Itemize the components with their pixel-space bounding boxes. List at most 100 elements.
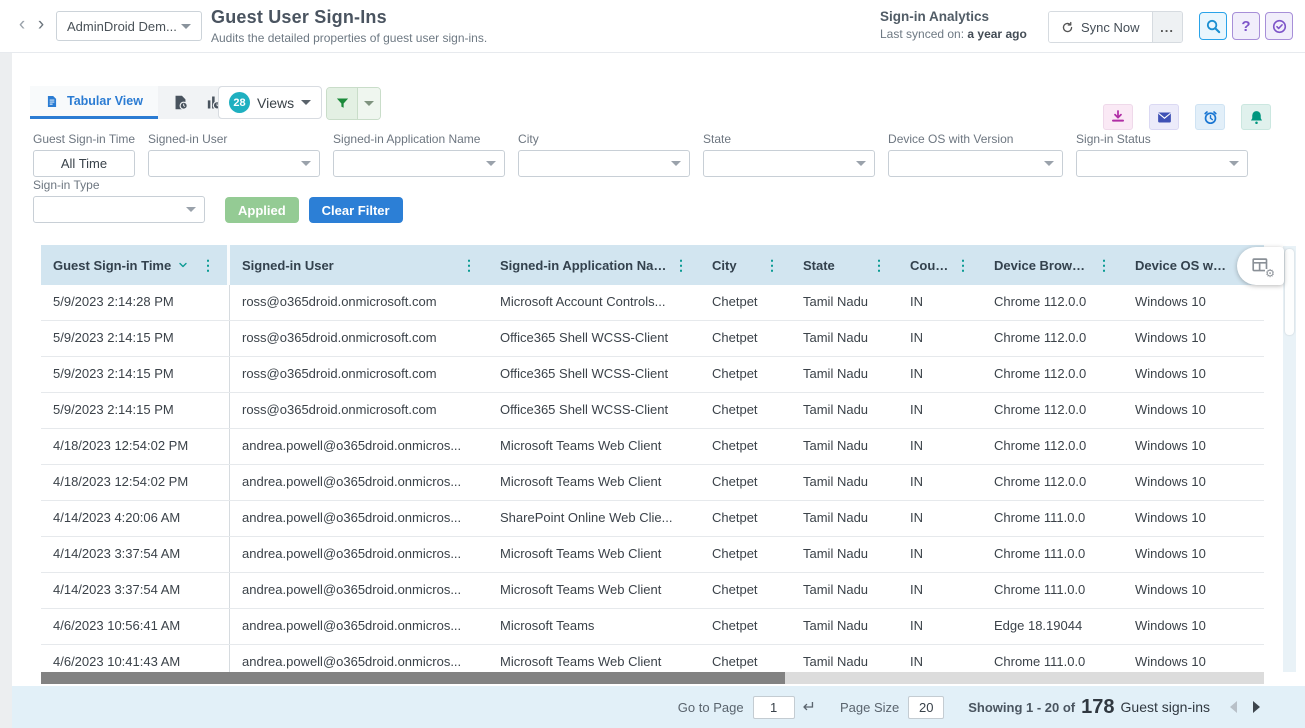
table-cell-country: IN <box>898 393 982 428</box>
action-icons-bar <box>1103 104 1271 130</box>
signed-in-application-name-select[interactable] <box>333 150 505 177</box>
sync-more-options-button[interactable]: ... <box>1152 12 1182 42</box>
table-cell-city: Chetpet <box>700 357 791 392</box>
table-cell-device-os-with-version: Windows 10 <box>1123 609 1261 644</box>
mail-icon <box>1156 109 1173 126</box>
table-body: 5/9/2023 2:14:28 PMross@o365droid.onmicr… <box>41 285 1264 681</box>
tab-tabular-view[interactable]: Tabular View <box>30 86 158 119</box>
vertical-scrollbar-track[interactable] <box>1283 246 1296 672</box>
table-cell-device-os-with-version: Windows 10 <box>1123 429 1261 464</box>
table-cell-guest-sign-in-time: 4/6/2023 10:56:41 AM <box>41 609 230 644</box>
document-icon <box>45 94 59 109</box>
table-cell-signed-in-user: andrea.powell@o365droid.onmicros... <box>230 429 488 464</box>
table-cell-city: Chetpet <box>700 429 791 464</box>
table-row: 4/14/2023 4:20:06 AMandrea.powell@o365dr… <box>41 501 1264 537</box>
app-window: ‹ › AdminDroid Dem... Guest User Sign-In… <box>0 0 1305 728</box>
sign-in-status-select[interactable] <box>1076 150 1248 177</box>
last-synced-value: a year ago <box>967 27 1026 41</box>
table-cell-device-browser: Chrome 111.0.0 <box>982 501 1123 536</box>
city-select[interactable] <box>518 150 690 177</box>
chevron-down-icon <box>301 100 311 105</box>
device-os-with-version-select[interactable] <box>888 150 1063 177</box>
column-chooser-button[interactable]: ⚙ <box>1237 247 1284 285</box>
table-cell-signed-in-user: andrea.powell@o365droid.onmicros... <box>230 465 488 500</box>
table-cell-signed-in-user: andrea.powell@o365droid.onmicros... <box>230 573 488 608</box>
sort-descending-icon[interactable] <box>177 259 189 271</box>
sign-in-type-select[interactable] <box>33 196 205 223</box>
column-menu-icon[interactable]: ⋮ <box>1091 257 1111 274</box>
report-schedule-icon[interactable] <box>172 94 189 111</box>
column-header-signed-in-user[interactable]: Signed-in User⋮ <box>230 245 488 285</box>
nav-back-button[interactable]: ‹ <box>12 13 32 37</box>
column-header-label: Device OS with Version <box>1135 258 1229 273</box>
total-count: 178 <box>1081 696 1114 719</box>
page-size-input[interactable] <box>908 696 944 719</box>
table-cell-device-os-with-version: Windows 10 <box>1123 393 1261 428</box>
email-report-button[interactable] <box>1149 104 1179 130</box>
chevron-down-icon <box>671 161 681 166</box>
table-cell-device-os-with-version: Windows 10 <box>1123 501 1261 536</box>
table-cell-signed-in-application-name: SharePoint Online Web Clie... <box>488 501 700 536</box>
left-edge-strip <box>0 52 12 728</box>
horizontal-scrollbar-track[interactable] <box>41 672 1264 684</box>
column-header-country[interactable]: Country⋮ <box>898 245 982 285</box>
clear-filter-button[interactable]: Clear Filter <box>309 197 403 223</box>
table-cell-guest-sign-in-time: 4/14/2023 3:37:54 AM <box>41 573 230 608</box>
filter-apply-button[interactable] <box>327 88 357 119</box>
sync-now-button[interactable]: Sync Now <box>1049 12 1152 42</box>
table-cell-country: IN <box>898 429 982 464</box>
column-header-city[interactable]: City⋮ <box>700 245 791 285</box>
activity-status-button[interactable] <box>1265 12 1293 40</box>
table-row: 4/14/2023 3:37:54 AMandrea.powell@o365dr… <box>41 573 1264 609</box>
data-grid: Guest Sign-in Time⋮Signed-in User⋮Signed… <box>41 245 1264 681</box>
guest-sign-in-time-field[interactable]: All Time <box>33 150 135 177</box>
table-cell-state: Tamil Nadu <box>791 465 898 500</box>
schedule-alert-button[interactable] <box>1195 104 1225 130</box>
sync-now-label: Sync Now <box>1081 20 1140 35</box>
previous-page-button[interactable] <box>1230 701 1237 713</box>
table-cell-city: Chetpet <box>700 465 791 500</box>
go-to-page-input[interactable] <box>753 696 795 719</box>
column-header-device-browser[interactable]: Device Browser⋮ <box>982 245 1123 285</box>
filter-row-2: Sign-in Type Applied Clear Filter <box>33 178 403 223</box>
column-menu-icon[interactable]: ⋮ <box>668 257 688 274</box>
table-cell-signed-in-user: andrea.powell@o365droid.onmicros... <box>230 537 488 572</box>
filter-dropdown-button[interactable] <box>357 88 380 119</box>
column-menu-icon[interactable]: ⋮ <box>950 257 970 274</box>
horizontal-scrollbar-thumb[interactable] <box>41 672 785 684</box>
column-header-state[interactable]: State ⋮ <box>791 245 898 285</box>
table-cell-country: IN <box>898 573 982 608</box>
table-cell-city: Chetpet <box>700 393 791 428</box>
column-menu-icon[interactable]: ⋮ <box>456 257 476 274</box>
table-cell-country: IN <box>898 285 982 320</box>
vertical-scrollbar-thumb[interactable] <box>1285 249 1294 335</box>
table-cell-state: Tamil Nadu <box>791 537 898 572</box>
applied-button[interactable]: Applied <box>225 197 299 223</box>
export-download-button[interactable] <box>1103 104 1133 130</box>
column-header-guest-sign-in-time[interactable]: Guest Sign-in Time ⋮ <box>41 245 230 285</box>
column-header-label: Signed-in Application Name <box>500 258 668 273</box>
signed-in-user-select[interactable] <box>148 150 320 177</box>
table-cell-signed-in-user: ross@o365droid.onmicrosoft.com <box>230 321 488 356</box>
table-cell-device-os-with-version: Windows 10 <box>1123 537 1261 572</box>
table-cell-city: Chetpet <box>700 321 791 356</box>
column-menu-icon[interactable]: ⋮ <box>759 257 779 274</box>
column-menu-icon[interactable]: ⋮ <box>195 257 215 274</box>
notification-button[interactable] <box>1241 104 1271 130</box>
tenant-selector[interactable]: AdminDroid Dem... <box>56 11 202 41</box>
enter-arrow-icon[interactable]: ↵ <box>803 697 816 717</box>
filter-label: State <box>703 132 875 146</box>
column-header-signed-in-application-name[interactable]: Signed-in Application Name⋮ <box>488 245 700 285</box>
column-menu-icon[interactable]: ⋮ <box>866 257 886 274</box>
filter-field-device-os-with-version: Device OS with Version <box>888 132 1063 177</box>
next-page-button[interactable] <box>1253 701 1260 713</box>
column-header-label: State <box>803 258 835 273</box>
nav-forward-button[interactable]: › <box>31 13 51 37</box>
search-button[interactable] <box>1199 12 1227 40</box>
table-cell-country: IN <box>898 465 982 500</box>
views-label: Views <box>257 95 294 111</box>
views-dropdown-button[interactable]: 28 Views <box>218 86 322 119</box>
state-select[interactable] <box>703 150 875 177</box>
help-button[interactable]: ? <box>1232 12 1260 40</box>
column-header-label: Guest Sign-in Time <box>53 258 171 273</box>
